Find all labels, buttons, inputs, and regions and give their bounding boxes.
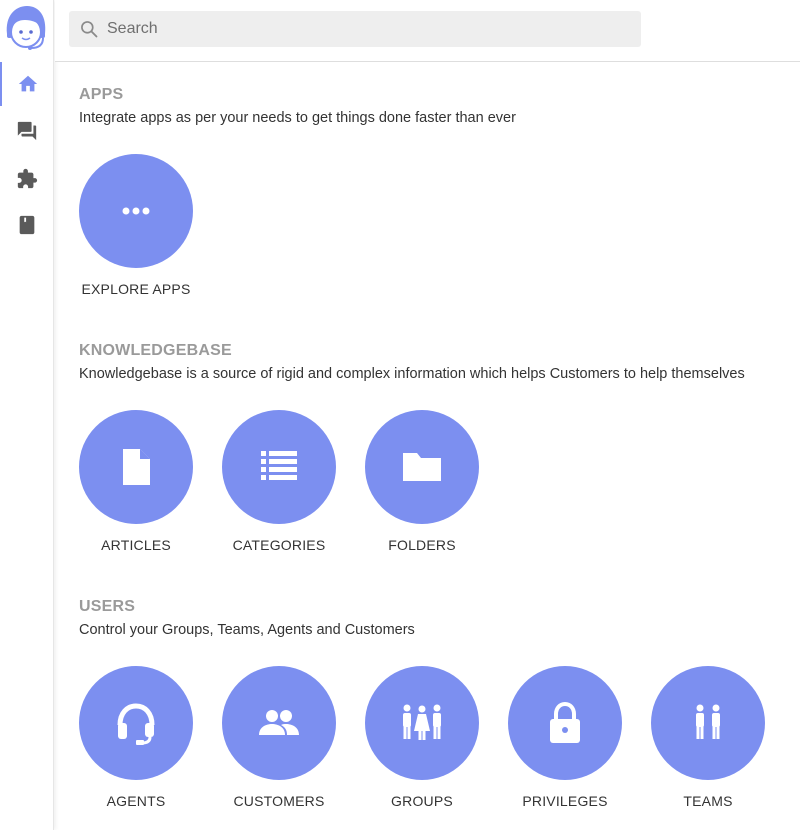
more-dots-icon: [122, 207, 150, 215]
section-title: KNOWLEDGEBASE: [79, 342, 232, 359]
top-bar: [55, 0, 800, 62]
tile-circle[interactable]: [651, 666, 765, 780]
tile-circle[interactable]: [365, 410, 479, 524]
tile-groups[interactable]: GROUPS: [365, 666, 479, 809]
logo[interactable]: [3, 4, 49, 52]
section-description: Knowledgebase is a source of rigid and c…: [79, 366, 745, 382]
tile-explore-apps[interactable]: EXPLORE APPS: [79, 154, 193, 297]
chat-icon: [17, 121, 37, 141]
support-agent-avatar-logo-icon: [6, 6, 46, 50]
tile-circle[interactable]: [79, 154, 193, 268]
tile-customers[interactable]: CUSTOMERS: [222, 666, 336, 809]
tile-circle[interactable]: [222, 410, 336, 524]
search-input[interactable]: [107, 11, 627, 47]
puzzle-icon: [17, 168, 38, 189]
sidebar-item-conversations[interactable]: [0, 109, 54, 153]
tile-circle[interactable]: [365, 666, 479, 780]
users-tiles: AGENTS CUSTOMERS GROUPS PRIVILEGES TEAMS: [79, 666, 794, 809]
section-description: Integrate apps as per your needs to get …: [79, 110, 516, 126]
apps-tiles: EXPLORE APPS: [79, 154, 222, 297]
bookmark-book-icon: [19, 215, 35, 235]
tile-circle[interactable]: [79, 666, 193, 780]
list-icon: [261, 451, 297, 480]
sidebar-item-apps[interactable]: [0, 157, 54, 201]
document-icon: [123, 449, 150, 485]
tile-circle[interactable]: [79, 410, 193, 524]
tile-label[interactable]: PRIVILEGES: [522, 793, 607, 809]
tile-label[interactable]: TEAMS: [683, 793, 732, 809]
section-title: APPS: [79, 86, 124, 103]
tile-circle[interactable]: [222, 666, 336, 780]
search-box[interactable]: [69, 11, 641, 47]
tile-label[interactable]: CATEGORIES: [233, 537, 326, 553]
section-title: USERS: [79, 598, 136, 615]
sidebar-item-home[interactable]: [0, 62, 54, 106]
sidebar: [0, 0, 54, 830]
tile-label[interactable]: ARTICLES: [101, 537, 171, 553]
lock-icon: [550, 701, 580, 743]
people-icon: [259, 710, 299, 735]
tile-label[interactable]: CUSTOMERS: [234, 793, 325, 809]
search-icon: [81, 21, 98, 38]
group-icon: [403, 704, 441, 740]
tile-articles[interactable]: ARTICLES: [79, 410, 193, 553]
section-description: Control your Groups, Teams, Agents and C…: [79, 622, 415, 638]
sidebar-item-knowledgebase[interactable]: [0, 203, 54, 247]
tile-circle[interactable]: [508, 666, 622, 780]
tile-teams[interactable]: TEAMS: [651, 666, 765, 809]
tile-categories[interactable]: CATEGORIES: [222, 410, 336, 553]
tile-folders[interactable]: FOLDERS: [365, 410, 479, 553]
apps-section: APPS Integrate apps as per your needs to…: [79, 86, 794, 297]
knowledgebase-tiles: ARTICLES CATEGORIES FOLDERS: [79, 410, 508, 553]
tile-label[interactable]: EXPLORE APPS: [81, 281, 190, 297]
tile-label[interactable]: GROUPS: [391, 793, 453, 809]
knowledgebase-section: KNOWLEDGEBASE Knowledgebase is a source …: [79, 342, 794, 553]
team-icon: [696, 704, 720, 739]
home-icon: [18, 75, 38, 92]
users-section: USERS Control your Groups, Teams, Agents…: [79, 598, 794, 809]
tile-label[interactable]: FOLDERS: [388, 537, 456, 553]
tile-agents[interactable]: AGENTS: [79, 666, 193, 809]
headset-icon: [117, 703, 155, 745]
tile-label[interactable]: AGENTS: [107, 793, 166, 809]
tile-privileges[interactable]: PRIVILEGES: [508, 666, 622, 809]
folder-icon: [403, 453, 441, 481]
